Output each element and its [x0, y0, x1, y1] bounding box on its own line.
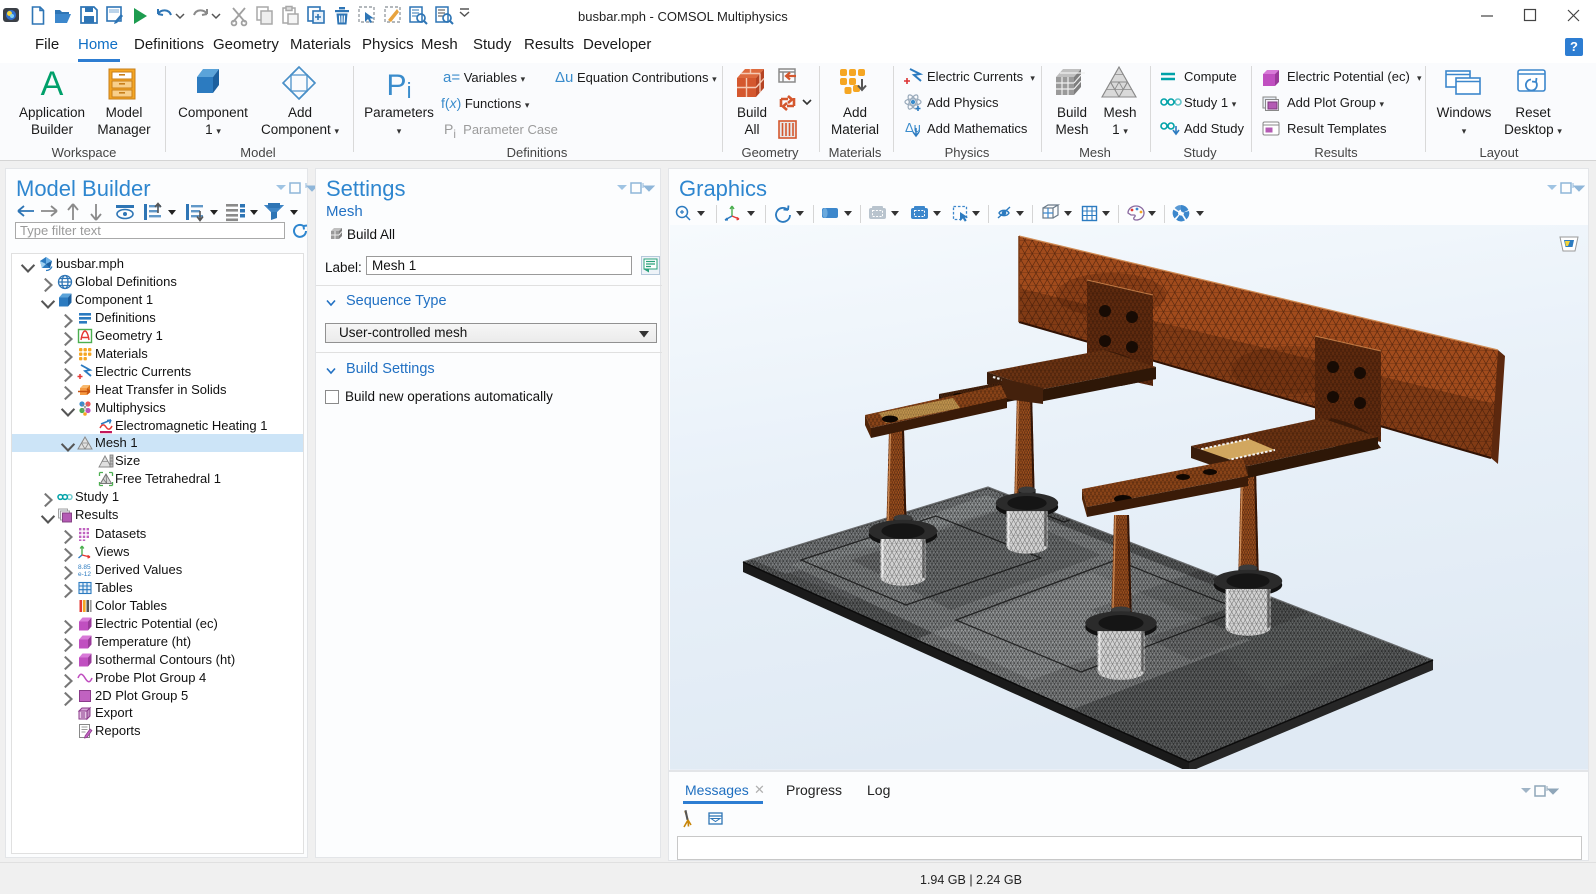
svg-text:Pi: Pi: [387, 69, 412, 103]
svg-text:e-12: e-12: [78, 571, 91, 578]
svg-text:A: A: [41, 65, 64, 103]
svg-text:8.85: 8.85: [78, 564, 91, 571]
